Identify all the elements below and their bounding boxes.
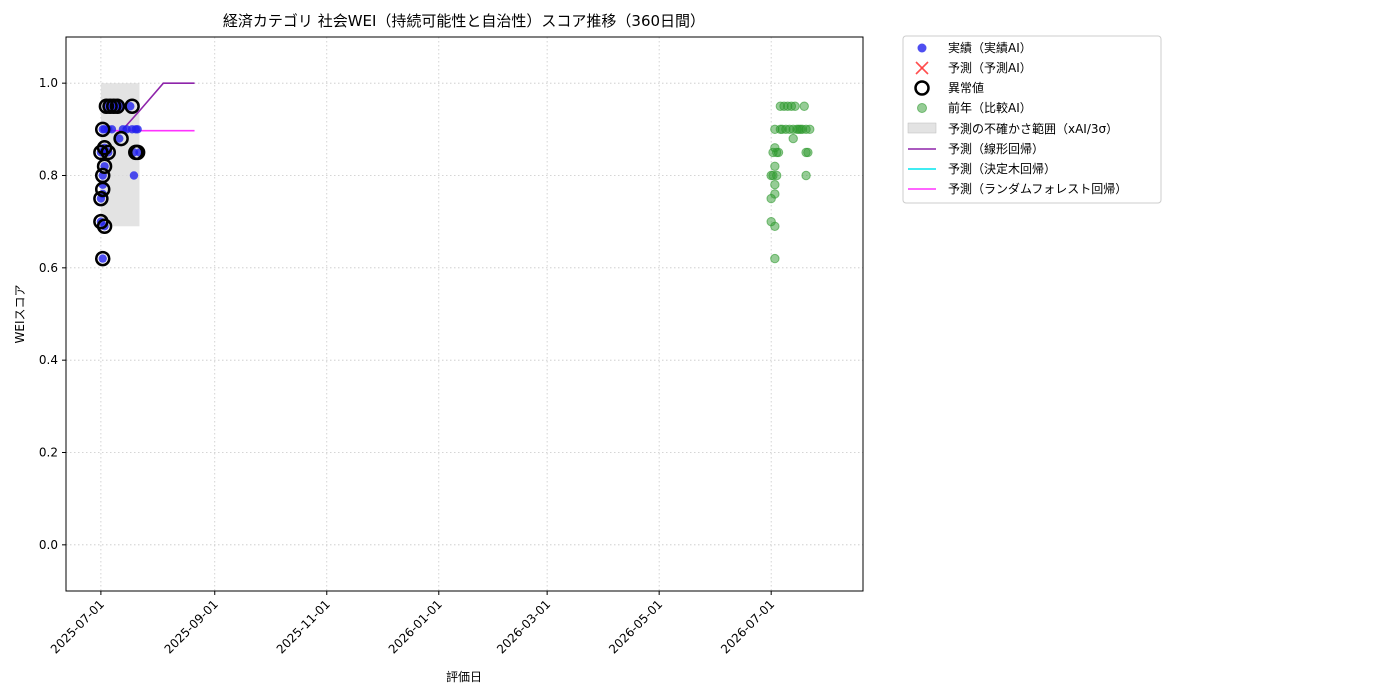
legend-previous-year-label: 前年（比較AI） bbox=[948, 100, 1032, 115]
previous-year-point bbox=[770, 221, 780, 231]
y-tick-label: 0.6 bbox=[39, 261, 58, 275]
actual-point bbox=[133, 125, 142, 134]
previous-year-point bbox=[770, 161, 780, 171]
legend-uncertainty-label: 予測の不確かさ範囲（xAI/3σ） bbox=[948, 121, 1118, 136]
legend-random-forest-label: 予測（ランダムフォレスト回帰） bbox=[948, 181, 1127, 196]
chart-title: 経済カテゴリ 社会WEI（持続可能性と自治性）スコア推移（360日間） bbox=[223, 12, 705, 30]
previous-year-point bbox=[799, 101, 809, 111]
legend-forecast-label: 予測（予測AI） bbox=[948, 61, 1032, 75]
y-axis-label: WEIスコア bbox=[13, 285, 27, 344]
previous-year-point bbox=[805, 124, 815, 135]
y-tick-label: 0.2 bbox=[39, 446, 58, 460]
legend-decision-tree-label: 予測（決定木回帰） bbox=[948, 161, 1056, 176]
x-axis-label: 評価日 bbox=[446, 669, 482, 684]
previous-year-point bbox=[803, 147, 813, 158]
y-tick-label: 0.8 bbox=[39, 169, 58, 183]
y-tick-label: 1.0 bbox=[39, 76, 58, 90]
y-tick-label: 0.0 bbox=[39, 538, 58, 552]
legend-actual-marker bbox=[917, 43, 927, 53]
previous-year-point bbox=[790, 101, 800, 111]
previous-year-point bbox=[788, 133, 798, 144]
legend-previous-year-marker bbox=[917, 103, 927, 113]
legend: 実績（実績AI） 予測（予測AI） 異常値 前年（比較AI） 予測の不確かさ範囲… bbox=[902, 35, 1162, 204]
legend-anomaly-label: 異常値 bbox=[948, 80, 984, 95]
previous-year-point bbox=[771, 170, 782, 181]
previous-year-point bbox=[770, 180, 780, 190]
chart-figure: 経済カテゴリ 社会WEI（持続可能性と自治性）スコア推移（360日間） 0.0 0… bbox=[0, 0, 1400, 700]
legend-linear-label: 予測（線形回帰） bbox=[948, 141, 1044, 156]
actual-point bbox=[129, 171, 139, 180]
previous-year-point bbox=[770, 253, 780, 264]
previous-year-point bbox=[773, 147, 784, 158]
actual-point bbox=[98, 254, 107, 263]
figure-background bbox=[0, 0, 1400, 700]
y-tick-label: 0.4 bbox=[39, 353, 58, 367]
legend-frame bbox=[902, 35, 1162, 204]
previous-year-point bbox=[770, 189, 780, 199]
legend-actual-label: 実績（実績AI） bbox=[948, 40, 1032, 55]
legend-uncertainty-swatch bbox=[907, 122, 937, 134]
previous-year-point bbox=[801, 170, 811, 181]
